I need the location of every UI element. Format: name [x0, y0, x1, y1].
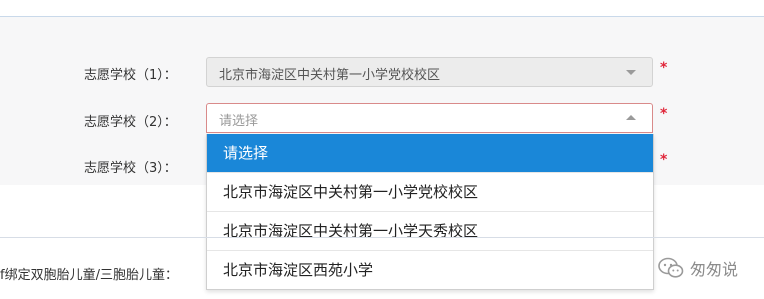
school-choice-1-select: 北京市海淀区中关村第一小学党校校区 [206, 57, 653, 87]
section-divider [0, 237, 764, 238]
school-choice-1-label: 志愿学校（1）： [84, 68, 177, 83]
watermark: 匆匆说 [658, 256, 738, 280]
school-choice-3-label: 志愿学校（3）： [84, 161, 177, 176]
page: 志愿学校（1）： 北京市海淀区中关村第一小学党校校区 * 志愿学校（2）： 请选… [0, 0, 764, 299]
school-choice-2-label: 志愿学校（2）： [84, 115, 177, 130]
chevron-up-icon [626, 115, 636, 120]
watermark-text: 匆匆说 [690, 260, 739, 279]
dropdown-option-xiyuan[interactable]: 北京市海淀区西苑小学 [207, 251, 653, 289]
required-mark-1: * [660, 60, 668, 76]
dropdown-option-zhongguancun-first-tianxiu[interactable]: 北京市海淀区中关村第一小学天秀校区 [207, 212, 653, 251]
dropdown-option-placeholder[interactable]: 请选择 [207, 134, 653, 173]
wechat-icon [658, 257, 684, 279]
chevron-down-icon [626, 70, 636, 75]
twins-binding-label: f绑定双胞胎儿童/三胞胎儿童： [0, 268, 178, 283]
school-choice-2-dropdown: 请选择 北京市海淀区中关村第一小学党校校区 北京市海淀区中关村第一小学天秀校区 … [206, 134, 654, 290]
dropdown-option-zhongguancun-first-dangxiao[interactable]: 北京市海淀区中关村第一小学党校校区 [207, 173, 653, 212]
school-choice-2-value: 请选择 [219, 114, 259, 129]
school-choice-2-select[interactable]: 请选择 [206, 103, 653, 133]
required-mark-3: * [660, 152, 668, 168]
required-mark-2: * [660, 106, 668, 122]
school-choice-1-value: 北京市海淀区中关村第一小学党校校区 [219, 68, 441, 83]
